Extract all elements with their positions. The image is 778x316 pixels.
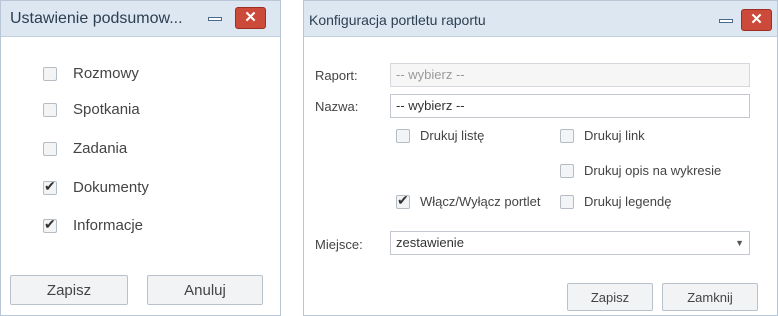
checkbox-label: Rozmowy — [73, 65, 139, 82]
minimize-icon[interactable] — [207, 11, 223, 27]
close-icon[interactable]: ✕ — [235, 7, 266, 29]
place-label: Miejsce: — [315, 237, 363, 252]
checkbox-box[interactable] — [560, 163, 574, 178]
minimize-icon[interactable] — [718, 13, 734, 29]
checkmark-icon: ✔ — [44, 177, 56, 194]
checkbox-label: Zadania — [73, 140, 128, 157]
place-select-value: zestawienie — [396, 235, 464, 250]
name-input[interactable]: -- wybierz -- — [390, 94, 750, 118]
chevron-down-icon[interactable]: ▼ — [735, 232, 744, 254]
checkbox-print-legend[interactable]: Drukuj legendę — [560, 194, 671, 209]
checkbox-dokumenty[interactable]: ✔ Dokumenty — [43, 177, 149, 196]
save-button[interactable]: Zapisz — [567, 283, 653, 311]
checkmark-icon: ✔ — [397, 191, 409, 208]
save-button[interactable]: Zapisz — [10, 275, 128, 305]
checkbox-label: Spotkania — [73, 101, 140, 118]
checkbox-box[interactable] — [560, 128, 574, 143]
checkbox-label: Drukuj link — [584, 128, 645, 143]
checkbox-print-chart-description[interactable]: Drukuj opis na wykresie — [560, 163, 721, 178]
window-titlebar[interactable]: Ustawienie podsumow... ✕ — [1, 1, 280, 37]
window-title: Konfiguracja portletu raportu — [309, 12, 486, 28]
checkbox-box[interactable]: ✔ — [396, 191, 410, 209]
place-select[interactable]: zestawienie ▼ — [390, 231, 750, 255]
checkmark-icon: ✔ — [44, 215, 56, 232]
checkbox-spotkania[interactable]: Spotkania — [43, 101, 140, 118]
checkbox-label: Informacje — [73, 217, 144, 234]
checkbox-print-link[interactable]: Drukuj link — [560, 128, 645, 143]
checkbox-label: Drukuj listę — [420, 128, 485, 143]
checkbox-zadania[interactable]: Zadania — [43, 140, 127, 157]
checkbox-rozmowy[interactable]: Rozmowy — [43, 65, 139, 82]
checkbox-box[interactable] — [396, 128, 410, 143]
close-button[interactable]: Zamknij — [662, 283, 758, 311]
summary-settings-window: Ustawienie podsumow... ✕ Rozmowy Spotkan… — [0, 0, 281, 316]
checkbox-label: Drukuj legendę — [584, 194, 672, 209]
checkbox-box[interactable] — [560, 194, 574, 209]
window-titlebar[interactable]: Konfiguracja portletu raportu ✕ — [304, 1, 777, 37]
checkbox-box[interactable] — [43, 102, 57, 117]
checkbox-toggle-portlet[interactable]: ✔ Włącz/Wyłącz portlet — [396, 191, 541, 209]
name-label: Nazwa: — [315, 99, 359, 114]
report-portlet-config-window: Konfiguracja portletu raportu ✕ Raport: … — [303, 0, 778, 316]
report-label: Raport: — [315, 68, 358, 83]
checkbox-label: Włącz/Wyłącz portlet — [420, 194, 541, 209]
checkbox-box[interactable] — [43, 66, 57, 81]
checkbox-box[interactable]: ✔ — [43, 177, 57, 195]
cancel-button[interactable]: Anuluj — [147, 275, 263, 305]
report-select[interactable]: -- wybierz -- — [390, 63, 750, 87]
checkbox-box[interactable] — [43, 141, 57, 156]
checkbox-label: Drukuj opis na wykresie — [584, 163, 722, 178]
window-title: Ustawienie podsumow... — [10, 10, 183, 27]
close-icon[interactable]: ✕ — [741, 9, 772, 31]
checkbox-informacje[interactable]: ✔ Informacje — [43, 215, 144, 234]
checkbox-box[interactable]: ✔ — [43, 215, 57, 233]
checkbox-print-list[interactable]: Drukuj listę — [396, 128, 484, 143]
checkbox-label: Dokumenty — [73, 179, 149, 196]
